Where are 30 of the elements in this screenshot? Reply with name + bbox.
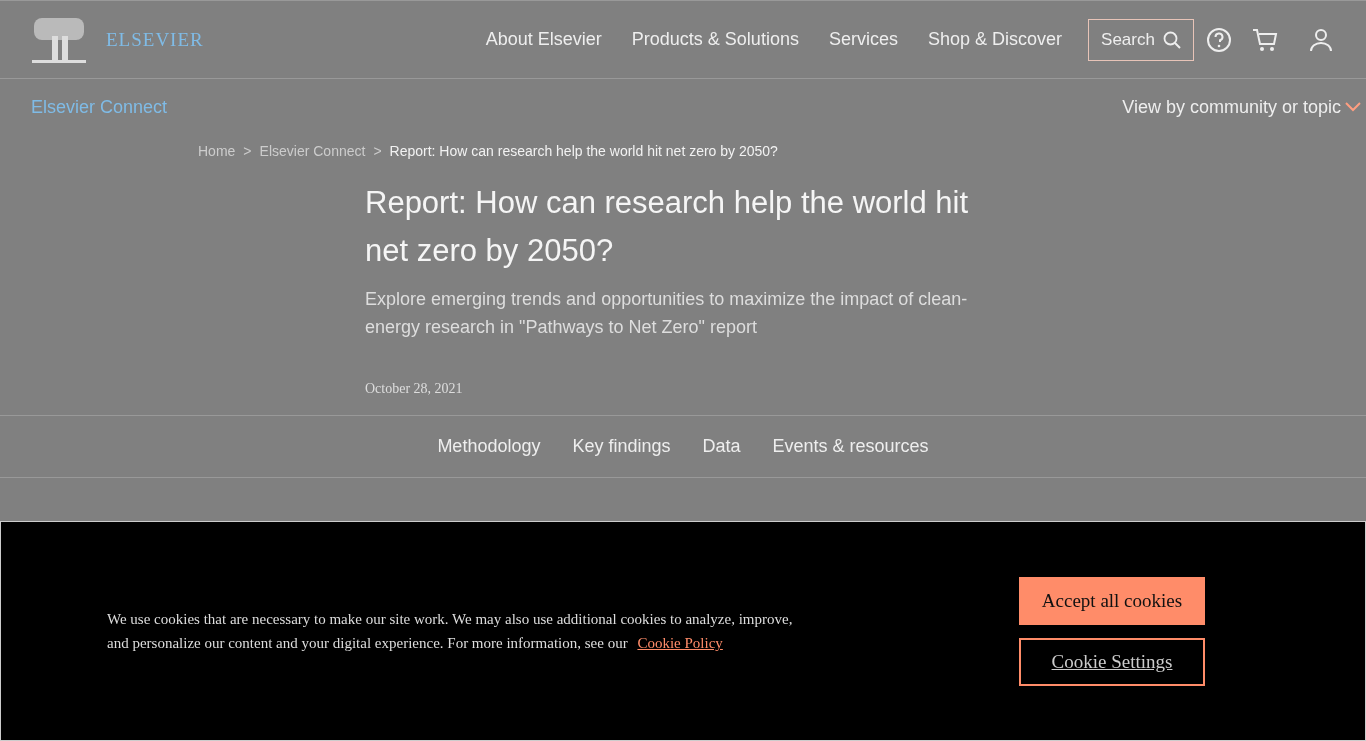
publish-date: October 28, 2021 — [365, 381, 464, 397]
search-icon — [1162, 30, 1181, 49]
cookie-policy-link[interactable]: Cookie Policy — [637, 635, 723, 651]
nav-link[interactable]: About Elsevier — [485, 29, 602, 50]
help-icon[interactable] — [1206, 26, 1232, 53]
search-button[interactable]: Search — [1088, 18, 1194, 61]
article-title: Report: How can research help the world hit net zero by 2050? — [365, 184, 970, 270]
breadcrumb-item[interactable]: Home — [198, 143, 236, 159]
breadcrumb-separator: > — [373, 143, 382, 159]
topic-dropdown[interactable]: View by community or topic — [1122, 96, 1362, 118]
article-subtitle: Explore emerging trends and opportunities to maximize the impact of clean-energy research in "Pathways to Net Zero" report — [365, 288, 969, 339]
nav-link[interactable]: Products & Solutions — [631, 29, 799, 50]
cookie-button[interactable]: Cookie Settings — [1019, 637, 1205, 686]
logo-wordmark[interactable]: ELSEVIER — [106, 28, 204, 51]
chevron-down-icon — [1344, 101, 1362, 113]
tree-logo-icon — [32, 15, 86, 64]
cookie-button[interactable]: Accept all cookies — [1019, 576, 1205, 625]
cookie-notice-text: We use cookies that are necessary to make our site work. We may also use additional cookies to analyze, improve, and personalize our content and your digital experience. For more information, see our Cookie Policy — [107, 610, 794, 653]
breadcrumb-item[interactable]: Elsevier Connect — [259, 143, 366, 159]
section-tab[interactable]: Methodology — [437, 436, 541, 457]
section-tab[interactable]: Data — [702, 436, 741, 457]
nav-link[interactable]: Services — [828, 29, 898, 50]
breadcrumb-item: Report: How can research help the world hit net zero by 2050? — [389, 143, 778, 159]
section-title-link[interactable]: Elsevier Connect — [31, 96, 168, 118]
breadcrumb-separator: > — [243, 143, 252, 159]
section-tab[interactable]: Key findings — [572, 436, 671, 457]
section-tab[interactable]: Events & resources — [772, 436, 929, 457]
user-icon[interactable] — [1308, 26, 1334, 53]
nav-link[interactable]: Shop & Discover — [927, 29, 1062, 50]
cart-icon[interactable] — [1252, 26, 1278, 53]
